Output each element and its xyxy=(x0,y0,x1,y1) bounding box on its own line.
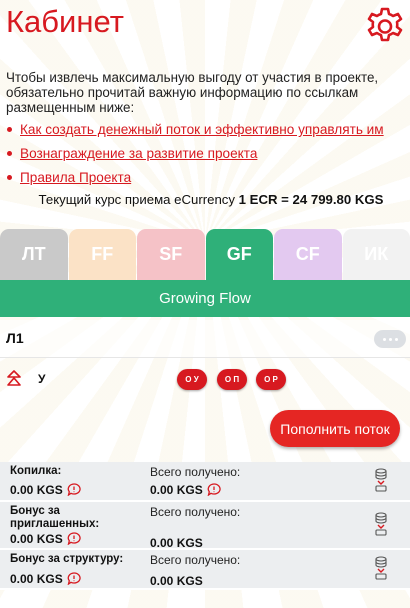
stat-label: Бонус за приглашенных: xyxy=(10,505,100,530)
tab-cf[interactable]: CF xyxy=(274,229,342,280)
link-rules[interactable]: Правила Проекта xyxy=(20,170,131,185)
stat-label: Бонус за структуру: xyxy=(10,553,124,565)
total-value: 0.00 KGS xyxy=(150,574,203,588)
coin-stack-icon[interactable] xyxy=(374,512,388,538)
total-value: 0.00 KGS xyxy=(150,483,221,497)
info-links: Как создать денежный поток и эффективно … xyxy=(6,122,404,185)
chat-icon[interactable] xyxy=(67,532,81,545)
coin-stack-icon[interactable] xyxy=(374,556,388,582)
topup-flow-button[interactable]: Пополнить поток xyxy=(270,410,400,447)
stat-value: 0.00 KGS xyxy=(10,483,81,497)
tree-icon[interactable] xyxy=(6,370,22,388)
user-letter: У xyxy=(38,372,46,386)
flow-title: Growing Flow xyxy=(159,290,251,307)
rate-value: 1 ECR = 24 799.80 KGS xyxy=(238,192,384,207)
header: Кабинет xyxy=(0,0,410,56)
action-ou-button[interactable]: О У xyxy=(177,369,207,390)
stats-table: Копилка: 0.00 KGS Всего получено: 0.00 K… xyxy=(0,462,410,590)
page-title: Кабинет xyxy=(6,4,124,39)
tab-sf[interactable]: SF xyxy=(137,229,205,280)
action-op-button[interactable]: О П xyxy=(217,369,247,390)
link-reward[interactable]: Вознаграждение за развитие проекта xyxy=(20,146,257,161)
chat-icon[interactable] xyxy=(207,483,221,496)
gear-icon[interactable] xyxy=(364,6,406,48)
rate-prefix: Текущий курс приема eCurrency xyxy=(38,192,235,207)
more-dots-icon[interactable] xyxy=(374,330,406,348)
flow-tabs: ЛТ FF SF GF CF ИК xyxy=(0,229,410,280)
tab-label: ЛТ xyxy=(21,244,46,264)
user-row: У О У О П О Р xyxy=(0,362,410,396)
stat-label: Копилка: xyxy=(10,465,62,477)
total-label: Всего получено: xyxy=(150,465,241,479)
tab-label: FF xyxy=(91,244,114,264)
tab-label: ИК xyxy=(364,244,389,264)
stat-row-invite-bonus: Бонус за приглашенных: 0.00 KGS Всего по… xyxy=(0,502,410,550)
action-or-button[interactable]: О Р xyxy=(256,369,286,390)
tab-label: GF xyxy=(226,244,252,264)
stat-value: 0.00 KGS xyxy=(10,572,81,586)
tab-label: SF xyxy=(159,244,183,264)
tab-label: CF xyxy=(295,244,320,264)
level-label: Л1 xyxy=(6,330,24,346)
link-money-flow[interactable]: Как создать денежный поток и эффективно … xyxy=(20,122,384,137)
total-label: Всего получено: xyxy=(150,553,241,567)
chat-icon[interactable] xyxy=(67,572,81,585)
tab-gf[interactable]: GF xyxy=(205,229,273,280)
flow-title-bar: Growing Flow xyxy=(0,280,410,317)
chat-icon[interactable] xyxy=(67,483,81,496)
level-row: Л1 xyxy=(0,320,410,358)
stat-row-structure-bonus: Бонус за структуру: 0.00 KGS Всего получ… xyxy=(0,550,410,590)
list-item: Правила Проекта xyxy=(6,170,404,185)
list-item: Как создать денежный поток и эффективно … xyxy=(6,122,404,137)
coin-stack-icon[interactable] xyxy=(374,468,388,494)
total-label: Всего получено: xyxy=(150,505,241,519)
exchange-rate: Текущий курс приема eCurrency 1 ECR = 24… xyxy=(0,192,410,207)
intro-text: Чтобы извлечь максимальную выгоду от уча… xyxy=(6,70,379,115)
list-item: Вознаграждение за развитие проекта xyxy=(6,146,404,161)
tab-lt[interactable]: ЛТ xyxy=(0,229,68,280)
total-value: 0.00 KGS xyxy=(150,536,203,550)
stat-value: 0.00 KGS xyxy=(10,532,81,546)
tab-ff[interactable]: FF xyxy=(68,229,136,280)
tab-ik[interactable]: ИК xyxy=(342,229,410,280)
stat-row-piggybank: Копилка: 0.00 KGS Всего получено: 0.00 K… xyxy=(0,462,410,502)
